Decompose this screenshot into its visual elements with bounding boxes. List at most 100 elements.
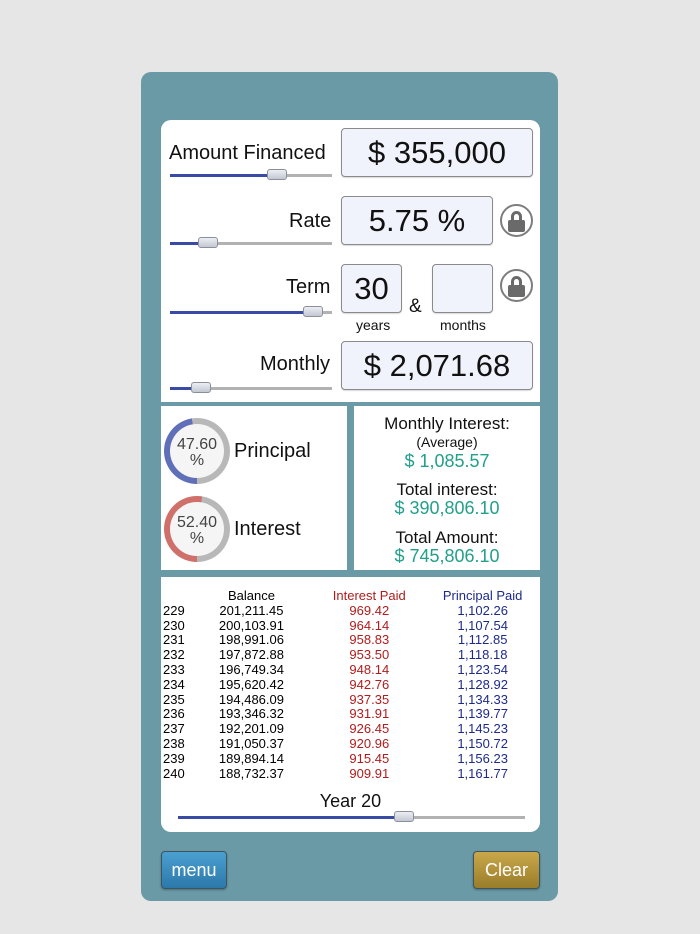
balance-cell: 201,211.45 bbox=[219, 602, 284, 618]
payment-number-cell: 230 bbox=[163, 617, 185, 633]
rate-lock-body bbox=[508, 220, 525, 232]
loan-inputs-panel: Amount Financed $ 355,000 Rate 5.75 % Te… bbox=[161, 120, 540, 402]
principal-ring-center: 47.60 % bbox=[170, 424, 224, 478]
term-slider[interactable] bbox=[170, 306, 332, 320]
balance-cell: 188,732.37 bbox=[218, 765, 284, 781]
interest-cell: 931.91 bbox=[349, 706, 390, 722]
clear-button[interactable]: Clear bbox=[473, 851, 540, 889]
year-slider[interactable] bbox=[178, 811, 525, 825]
principal-percent: 47.60 bbox=[176, 436, 218, 453]
payment-number-cell: 238 bbox=[163, 735, 185, 751]
amortization-table: Balance Interest Paid Principal Paid 229… bbox=[163, 588, 537, 782]
table-header-row: Balance Interest Paid Principal Paid bbox=[163, 588, 537, 604]
table-row: 230 200,103.91 964.14 1,107.54 bbox=[163, 617, 537, 634]
totals-panel: Monthly Interest: (Average) $ 1,085.57 T… bbox=[354, 406, 540, 570]
interest-cell: 915.45 bbox=[349, 750, 390, 766]
principal-cell: 1,161.77 bbox=[457, 765, 508, 781]
monthly-interest-label: Monthly Interest: bbox=[384, 414, 510, 433]
interest-cell: 953.50 bbox=[349, 647, 390, 663]
interest-label: Interest bbox=[234, 518, 301, 540]
principal-cell: 1,112.85 bbox=[457, 632, 508, 648]
menu-button[interactable]: menu bbox=[161, 851, 227, 889]
total-amount-label: Total Amount: bbox=[395, 528, 499, 547]
year-slider-fill bbox=[178, 816, 404, 819]
term-joiner: & bbox=[409, 296, 422, 317]
balance-cell: 193,346.32 bbox=[218, 706, 284, 722]
table-row: 233 196,749.34 948.14 1,123.54 bbox=[163, 661, 537, 678]
payment-number-cell: 234 bbox=[163, 676, 185, 692]
interest-cell: 920.96 bbox=[349, 735, 390, 751]
interest-cell: 937.35 bbox=[349, 691, 390, 707]
breakdown-panel: 47.60 % Principal 52.40 % Interest bbox=[161, 406, 347, 570]
table-row: 238 191,050.37 920.96 1,150.72 bbox=[163, 735, 537, 752]
payment-number-cell: 229 bbox=[163, 602, 185, 618]
principal-cell: 1,145.23 bbox=[457, 721, 508, 737]
table-row: 229 201,211.45 969.42 1,102.26 bbox=[163, 602, 537, 619]
interest-cell: 942.76 bbox=[349, 676, 390, 692]
principal-cell: 1,150.72 bbox=[457, 735, 508, 751]
interest-percent: 52.40 bbox=[176, 514, 218, 531]
payment-number-cell: 232 bbox=[163, 647, 185, 663]
payment-number-cell: 237 bbox=[163, 721, 185, 737]
principal-cell: 1,128.92 bbox=[457, 676, 508, 692]
principal-percent-unit: % bbox=[189, 452, 205, 469]
monthly-slider[interactable] bbox=[170, 382, 332, 396]
principal-ring: 47.60 % bbox=[164, 418, 230, 484]
total-interest-label: Total interest: bbox=[396, 480, 498, 499]
table-row: 232 197,872.88 953.50 1,118.18 bbox=[163, 647, 537, 663]
header-payment-number bbox=[163, 589, 193, 604]
amount-field[interactable]: $ 355,000 bbox=[341, 128, 533, 177]
amount-slider[interactable] bbox=[170, 169, 332, 183]
total-interest-value: $ 390,806.10 bbox=[394, 498, 500, 518]
balance-cell: 197,872.88 bbox=[218, 647, 284, 663]
app-container: Amount Financed $ 355,000 Rate 5.75 % Te… bbox=[141, 72, 558, 901]
amount-slider-thumb[interactable] bbox=[267, 169, 287, 180]
table-row: 231 198,991.06 958.83 1,112.85 bbox=[163, 633, 537, 648]
interest-cell: 926.45 bbox=[349, 721, 390, 737]
rate-slider-thumb[interactable] bbox=[198, 237, 218, 248]
balance-cell: 196,749.34 bbox=[218, 661, 284, 677]
monthly-field[interactable]: $ 2,071.68 bbox=[341, 341, 533, 390]
payment-number-cell: 233 bbox=[163, 661, 185, 677]
rate-field[interactable]: 5.75 % bbox=[341, 196, 493, 245]
rate-slider[interactable] bbox=[170, 237, 332, 251]
term-years-field[interactable]: 30 bbox=[341, 264, 402, 313]
payment-number-cell: 231 bbox=[163, 632, 185, 648]
balance-cell: 191,050.37 bbox=[218, 735, 284, 751]
years-label: years bbox=[356, 317, 391, 333]
balance-cell: 195,620.42 bbox=[218, 676, 284, 692]
total-amount-value: $ 745,806.10 bbox=[394, 546, 500, 566]
header-balance: Balance bbox=[227, 588, 275, 603]
term-label: Term bbox=[286, 276, 331, 298]
term-lock-icon[interactable] bbox=[500, 269, 533, 302]
table-body: 229 201,211.45 969.42 1,102.26 230 200,103.91… bbox=[163, 602, 537, 782]
monthly-interest-value: $ 1,085.57 bbox=[404, 451, 490, 471]
table-row: 234 195,620.42 942.76 1,128.92 bbox=[163, 676, 537, 693]
interest-ring: 52.40 % bbox=[164, 496, 230, 562]
amount-slider-fill bbox=[170, 174, 277, 177]
rate-lock-icon[interactable] bbox=[500, 204, 533, 237]
header-principal-paid: Principal Paid bbox=[442, 588, 523, 603]
term-slider-thumb[interactable] bbox=[303, 306, 323, 317]
monthly-slider-thumb[interactable] bbox=[191, 382, 211, 393]
amortization-panel: Balance Interest Paid Principal Paid 229… bbox=[161, 577, 540, 832]
interest-percent-unit: % bbox=[189, 530, 205, 547]
balance-cell: 192,201.09 bbox=[218, 721, 284, 737]
interest-ring-center: 52.40 % bbox=[170, 502, 224, 556]
principal-label: Principal bbox=[234, 440, 311, 462]
principal-cell: 1,156.23 bbox=[457, 750, 508, 766]
interest-cell: 948.14 bbox=[349, 661, 390, 677]
table-row: 239 189,894.14 915.45 1,156.23 bbox=[163, 750, 537, 767]
interest-cell: 909.91 bbox=[349, 765, 390, 781]
balance-cell: 194,486.09 bbox=[218, 691, 284, 707]
interest-cell: 958.83 bbox=[349, 632, 390, 648]
term-slider-fill bbox=[170, 311, 313, 314]
principal-cell: 1,134.33 bbox=[457, 691, 508, 707]
year-label: Year 20 bbox=[319, 791, 382, 811]
monthly-label: Monthly bbox=[260, 353, 331, 375]
term-months-field[interactable] bbox=[432, 264, 493, 313]
header-interest-paid: Interest Paid bbox=[332, 588, 406, 603]
months-label: months bbox=[440, 317, 486, 333]
principal-cell: 1,139.77 bbox=[457, 706, 508, 722]
year-slider-thumb[interactable] bbox=[394, 811, 414, 822]
